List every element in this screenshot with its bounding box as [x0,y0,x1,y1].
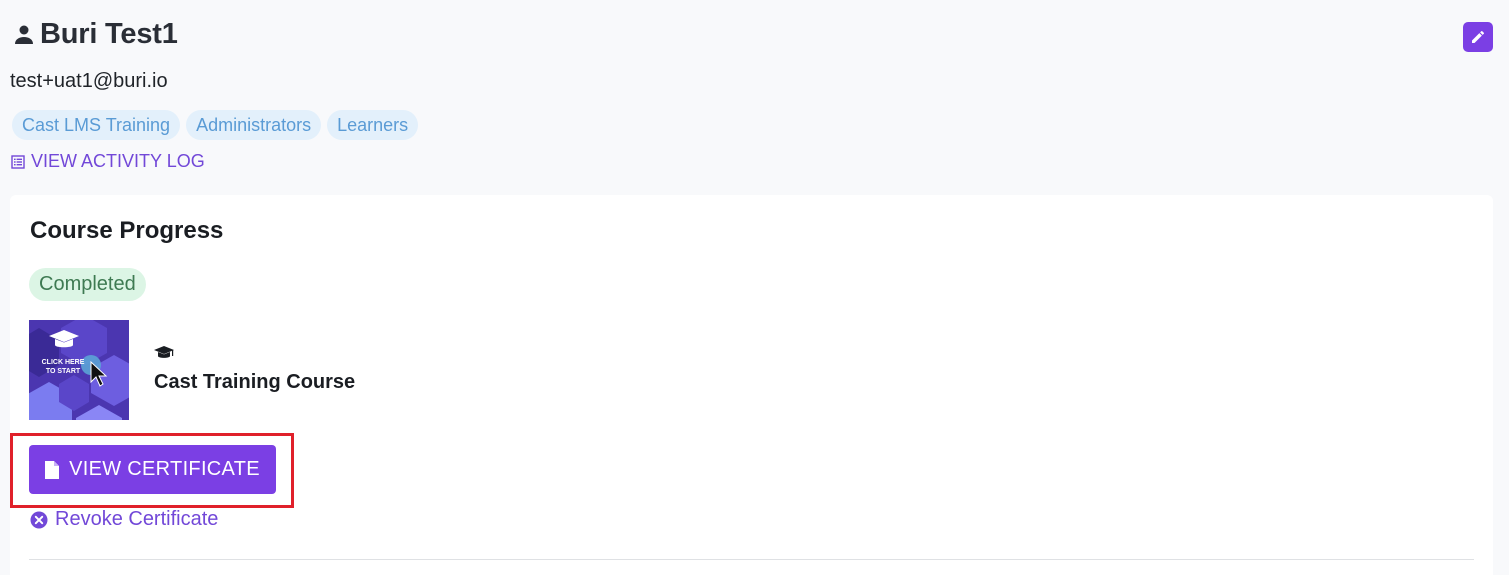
group-tag[interactable]: Learners [327,110,419,140]
user-header: Buri Test1 [12,18,178,51]
group-tag[interactable]: Cast LMS Training [12,110,181,140]
revoke-certificate-link[interactable]: Revoke Certificate [30,508,218,531]
course-progress-title: Course Progress [30,217,224,244]
pencil-icon [1472,30,1485,43]
svg-text:CLICK HERE: CLICK HERE [42,359,85,366]
course-info: Cast Training Course [154,345,355,394]
revoke-certificate-label: Revoke Certificate [55,508,219,530]
course-thumbnail[interactable]: CLICK HERE TO START [29,320,129,420]
svg-text:TO START: TO START [46,368,81,375]
course-title[interactable]: Cast Training Course [154,371,355,394]
group-tag[interactable]: Administrators [186,110,322,140]
user-name: Buri Test1 [40,18,178,50]
group-tags: Cast LMS Training Administrators Learner… [12,110,419,140]
edit-user-button[interactable] [1463,22,1493,52]
user-email: test+uat1@buri.io [10,70,168,92]
view-certificate-label: VIEW CERTIFICATE [69,458,260,480]
view-activity-log-link[interactable]: VIEW ACTIVITY LOG [11,151,205,172]
status-badge: Completed [29,268,146,301]
document-icon [45,460,60,479]
graduation-cap-icon [154,346,174,358]
course-thumbnail-image: CLICK HERE TO START [29,320,129,420]
person-icon [15,25,33,44]
view-certificate-button[interactable]: VIEW CERTIFICATE [29,445,276,494]
list-icon [11,154,25,169]
user-detail-page: Buri Test1 test+uat1@buri.io Cast LMS Tr… [0,0,1509,575]
close-circle-icon [30,511,48,528]
divider [29,559,1474,560]
view-activity-log-label: VIEW ACTIVITY LOG [31,151,205,171]
course-progress-card: Course Progress Completed CLICK HERE TO … [10,195,1493,575]
